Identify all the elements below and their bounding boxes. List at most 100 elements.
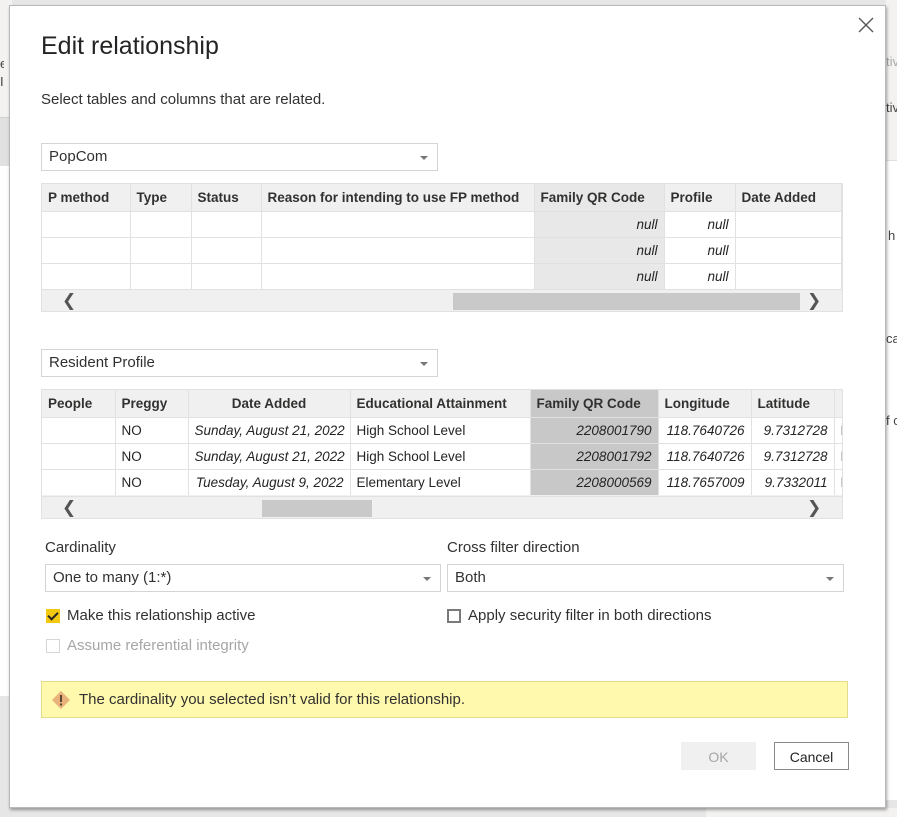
- table2-cell: Sunday, August 21, 2022: [188, 416, 351, 443]
- background-text: f c: [886, 413, 897, 428]
- table1-cell: [261, 210, 535, 237]
- table2-cell[interactable]: 2208000569: [530, 468, 659, 495]
- table2-header-row: People Preggy Date Added Educational Att…: [42, 390, 842, 417]
- cardinality-select[interactable]: One to many (1:*): [45, 564, 441, 592]
- warning-message: The cardinality you selected isn’t valid…: [79, 691, 466, 708]
- table1-cell: [191, 236, 262, 263]
- background-text: tiv: [886, 54, 897, 69]
- table1-column-header[interactable]: Date Added: [735, 184, 842, 211]
- table1-cell: [130, 210, 192, 237]
- table2-select-value: Resident Profile: [49, 354, 155, 371]
- table1-select-value: PopCom: [49, 148, 108, 165]
- table1-scroll-thumb[interactable]: [453, 293, 800, 310]
- table2-row: NO Sunday, August 21, 2022 High School L…: [42, 442, 842, 469]
- background-text: tiv: [886, 100, 897, 115]
- table1-column-header-selected[interactable]: Family QR Code: [534, 184, 665, 211]
- table2-cell: 118.7657009: [658, 468, 752, 495]
- table2-cell: 9.7312728: [751, 416, 835, 443]
- cross-filter-select[interactable]: Both: [447, 564, 844, 592]
- table2-column-header[interactable]: [834, 390, 842, 417]
- table2-column-header[interactable]: Preggy: [115, 390, 189, 417]
- table1-row: null null: [42, 262, 842, 289]
- table2-cell[interactable]: 2208001792: [530, 442, 659, 469]
- table2-cell: NO: [115, 442, 189, 469]
- table1-select[interactable]: PopCom: [41, 143, 438, 171]
- ok-button[interactable]: OK: [681, 742, 756, 770]
- table2-cell[interactable]: 2208001790: [530, 416, 659, 443]
- table2-cell: I: [834, 468, 842, 495]
- table2-column-header[interactable]: Latitude: [751, 390, 835, 417]
- table2-horizontal-scrollbar[interactable]: ❮ ❯: [42, 496, 842, 518]
- table1-cell: [735, 262, 842, 289]
- cancel-button[interactable]: Cancel: [774, 742, 849, 770]
- scroll-left-icon[interactable]: ❮: [62, 498, 76, 518]
- table1-preview-grid: P method Type Status Reason for intendin…: [41, 183, 843, 312]
- table2-cell: [42, 416, 116, 443]
- table1-cell: null: [664, 236, 736, 263]
- security-filter-checkbox[interactable]: Apply security filter in both directions: [447, 607, 711, 624]
- table1-column-header[interactable]: Type: [130, 184, 192, 211]
- table1-cell: [191, 262, 262, 289]
- table1-column-header[interactable]: Reason for intending to use FP method: [261, 184, 535, 211]
- checkbox-disabled-icon: [46, 638, 60, 653]
- background-app-footer: [706, 808, 897, 817]
- scroll-right-icon[interactable]: ❯: [807, 291, 821, 311]
- table2-cell: High School Level: [350, 416, 531, 443]
- table2-cell: NO: [115, 468, 189, 495]
- table1-cell: [261, 262, 535, 289]
- table1-cell[interactable]: null: [534, 262, 665, 289]
- table2-cell: Elementary Level: [350, 468, 531, 495]
- background-text: e: [0, 56, 4, 71]
- table2-cell: Sunday, August 21, 2022: [188, 442, 351, 469]
- referential-integrity-label: Assume referential integrity: [67, 637, 249, 654]
- table2-column-header[interactable]: People: [42, 390, 116, 417]
- cardinality-label: Cardinality: [45, 539, 116, 556]
- table1-header-row: P method Type Status Reason for intendin…: [42, 184, 842, 211]
- table2-cell: I: [834, 442, 842, 469]
- table2-column-header[interactable]: Educational Attainment: [350, 390, 531, 417]
- make-active-label: Make this relationship active: [67, 607, 256, 624]
- table1-column-header[interactable]: P method: [42, 184, 131, 211]
- table1-cell: [42, 210, 131, 237]
- referential-integrity-checkbox: Assume referential integrity: [46, 637, 249, 654]
- cardinality-select-value: One to many (1:*): [53, 569, 172, 586]
- checkbox-checked-icon[interactable]: [46, 608, 60, 623]
- table2-cell: High School Level: [350, 442, 531, 469]
- edit-relationship-dialog: Edit relationship Select tables and colu…: [9, 5, 886, 808]
- table2-scroll-thumb[interactable]: [262, 500, 372, 517]
- dialog-title: Edit relationship: [41, 32, 219, 60]
- table1-column-header[interactable]: Profile: [664, 184, 736, 211]
- table1-cell: [42, 262, 131, 289]
- table1-cell[interactable]: null: [534, 236, 665, 263]
- make-active-checkbox[interactable]: Make this relationship active: [46, 607, 255, 624]
- cross-filter-select-value: Both: [455, 569, 486, 586]
- table2-cell: 9.7332011: [751, 468, 835, 495]
- table2-select[interactable]: Resident Profile: [41, 349, 438, 377]
- table2-cell: [42, 468, 116, 495]
- background-text: h: [888, 228, 896, 243]
- table2-column-header-selected[interactable]: Family QR Code: [530, 390, 659, 417]
- background-app-ribbon: [886, 0, 897, 160]
- table1-cell: [130, 262, 192, 289]
- close-button[interactable]: [855, 14, 877, 36]
- table1-horizontal-scrollbar[interactable]: ❮ ❯: [42, 289, 842, 311]
- background-text: I: [0, 74, 4, 89]
- table1-cell: [42, 236, 131, 263]
- close-icon: [858, 17, 874, 33]
- chevron-down-icon: [420, 156, 428, 160]
- chevron-down-icon: [826, 577, 834, 581]
- checkbox-unchecked-icon[interactable]: [447, 608, 461, 623]
- table2-cell: 118.7640726: [658, 416, 752, 443]
- table1-cell: [191, 210, 262, 237]
- table2-column-header[interactable]: Date Added: [188, 390, 351, 417]
- table2-cell: I: [834, 416, 842, 443]
- table1-column-header[interactable]: Status: [191, 184, 262, 211]
- scroll-right-icon[interactable]: ❯: [807, 498, 821, 518]
- background-app-pane: [886, 160, 897, 800]
- table2-cell: NO: [115, 416, 189, 443]
- table1-row: null null: [42, 236, 842, 263]
- table2-cell: 9.7312728: [751, 442, 835, 469]
- table1-cell[interactable]: null: [534, 210, 665, 237]
- scroll-left-icon[interactable]: ❮: [62, 291, 76, 311]
- table2-column-header[interactable]: Longitude: [658, 390, 752, 417]
